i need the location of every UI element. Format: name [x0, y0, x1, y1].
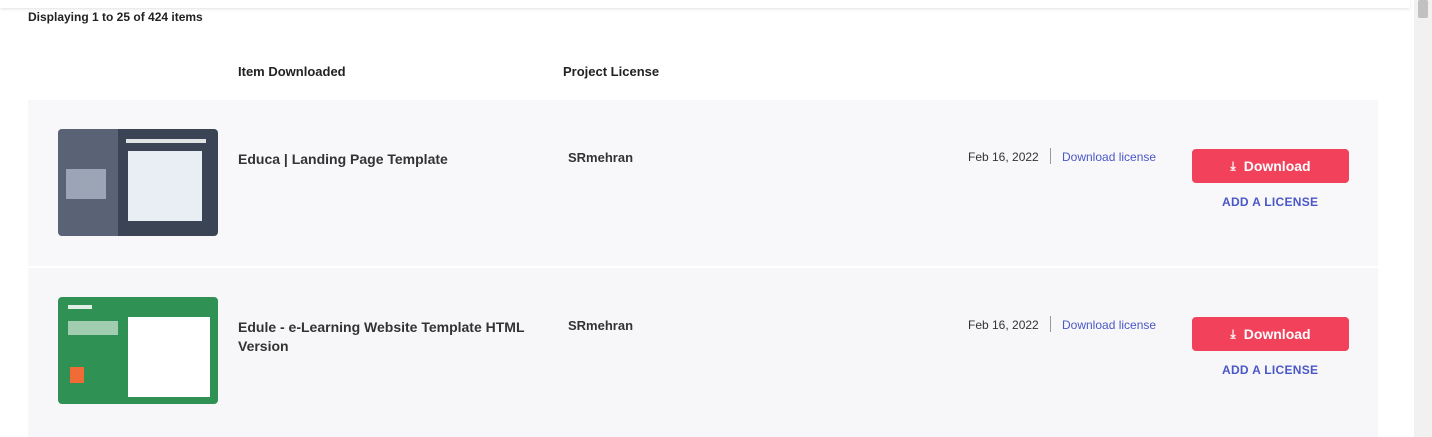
item-name[interactable]: Educa | Landing Page Template [238, 150, 558, 169]
license-author: SRmehran [568, 150, 634, 165]
download-license-link[interactable]: Download license [1062, 318, 1156, 332]
item-thumbnail[interactable] [58, 129, 218, 236]
download-date: Feb 16, 2022 [968, 150, 1039, 164]
column-header-item: Item Downloaded [238, 64, 346, 79]
download-row: Edule - e-Learning Website Template HTML… [28, 268, 1378, 437]
download-button[interactable]: ⤓ Download [1192, 149, 1349, 183]
separator [1050, 148, 1051, 164]
download-button[interactable]: ⤓ Download [1192, 317, 1349, 351]
download-arrow-icon: ⤓ [1230, 326, 1236, 341]
add-license-link[interactable]: ADD A LICENSE [1222, 363, 1318, 377]
item-thumbnail[interactable] [58, 297, 218, 404]
add-license-link[interactable]: ADD A LICENSE [1222, 195, 1318, 209]
download-license-link[interactable]: Download license [1062, 150, 1156, 164]
download-button-label: Download [1243, 158, 1311, 174]
column-header-license: Project License [563, 64, 660, 79]
top-bar [0, 0, 1410, 8]
download-date: Feb 16, 2022 [968, 318, 1039, 332]
download-row: Educa | Landing Page Template SRmehran F… [28, 100, 1378, 266]
item-name[interactable]: Edule - e-Learning Website Template HTML… [238, 318, 558, 356]
download-arrow-icon: ⤓ [1230, 158, 1236, 173]
vertical-scrollbar[interactable] [1414, 0, 1432, 437]
download-button-label: Download [1243, 326, 1311, 342]
scrollbar-thumb[interactable] [1418, 0, 1428, 18]
display-count: Displaying 1 to 25 of 424 items [28, 10, 203, 24]
separator [1050, 316, 1051, 332]
license-author: SRmehran [568, 318, 634, 333]
